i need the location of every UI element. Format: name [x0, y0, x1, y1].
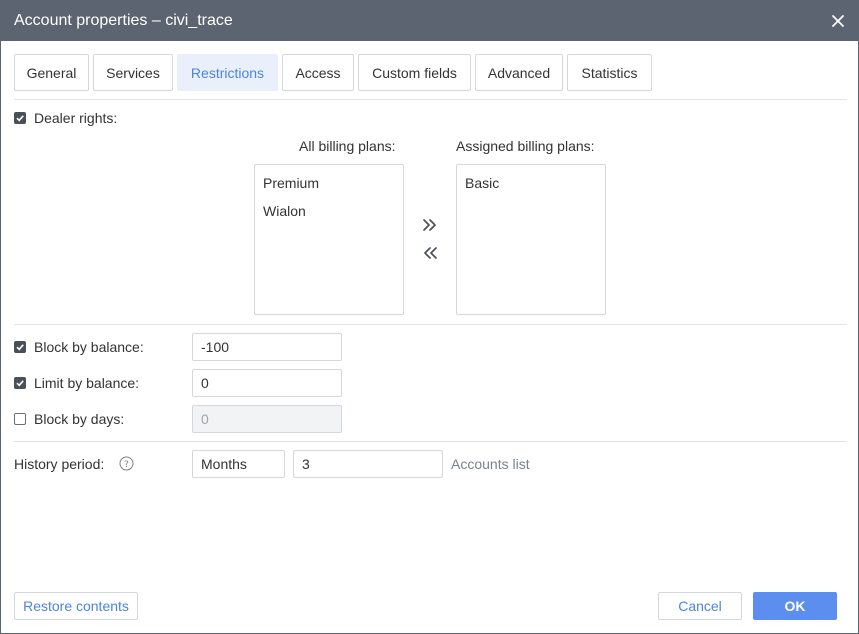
- history-period-unit-select[interactable]: Months: [192, 450, 285, 478]
- tab-restrictions[interactable]: Restrictions: [177, 54, 278, 91]
- dealer-rights-label: Dealer rights:: [34, 110, 118, 126]
- divider: [14, 441, 847, 442]
- dialog-title: Account properties – civi_trace: [14, 12, 233, 29]
- restore-contents-button[interactable]: Restore contents: [14, 592, 138, 620]
- block-by-days-checkbox[interactable]: [14, 413, 26, 425]
- close-icon[interactable]: [828, 11, 848, 31]
- svg-text:?: ?: [124, 460, 129, 470]
- block-by-balance-checkbox[interactable]: [14, 341, 26, 353]
- divider: [14, 99, 847, 100]
- history-period-label: History period:: [14, 456, 105, 472]
- accounts-list-link[interactable]: Accounts list: [451, 456, 530, 472]
- block-by-days-label: Block by days:: [34, 411, 125, 427]
- block-by-balance-label: Block by balance:: [34, 339, 144, 355]
- assigned-billing-plans-list[interactable]: Basic: [456, 164, 606, 315]
- history-period-value-input[interactable]: 3: [293, 450, 443, 478]
- all-billing-plans-list[interactable]: Premium Wialon: [254, 164, 404, 315]
- tab-custom-fields[interactable]: Custom fields: [358, 54, 471, 91]
- title-bar: Account properties – civi_trace: [1, 1, 858, 41]
- dealer-rights-row: Dealer rights:: [14, 110, 117, 126]
- block-by-days-row: Block by days:: [14, 411, 124, 427]
- limit-by-balance-label: Limit by balance:: [34, 375, 140, 391]
- double-chevron-left-icon[interactable]: [420, 243, 440, 263]
- dealer-rights-checkbox[interactable]: [14, 112, 26, 124]
- block-by-days-input: 0: [192, 405, 342, 433]
- tab-advanced[interactable]: Advanced: [475, 54, 563, 91]
- list-item[interactable]: Wialon: [263, 203, 306, 219]
- limit-by-balance-checkbox[interactable]: [14, 377, 26, 389]
- tab-general[interactable]: General: [14, 54, 89, 91]
- double-chevron-right-icon[interactable]: [420, 215, 440, 235]
- help-icon[interactable]: ?: [119, 456, 134, 471]
- assigned-billing-plans-label: Assigned billing plans:: [456, 138, 595, 154]
- block-by-balance-input[interactable]: -100: [192, 333, 342, 361]
- account-properties-dialog: Account properties – civi_trace General …: [0, 0, 859, 634]
- divider: [14, 324, 847, 325]
- ok-button[interactable]: OK: [753, 592, 837, 620]
- limit-by-balance-row: Limit by balance:: [14, 375, 139, 391]
- list-item[interactable]: Premium: [263, 175, 319, 191]
- all-billing-plans-label: All billing plans:: [299, 138, 396, 154]
- list-item[interactable]: Basic: [465, 175, 499, 191]
- tab-access[interactable]: Access: [282, 54, 354, 91]
- tab-services[interactable]: Services: [93, 54, 173, 91]
- block-by-balance-row: Block by balance:: [14, 339, 144, 355]
- limit-by-balance-input[interactable]: 0: [192, 369, 342, 397]
- tab-statistics[interactable]: Statistics: [567, 54, 652, 91]
- cancel-button[interactable]: Cancel: [658, 592, 742, 620]
